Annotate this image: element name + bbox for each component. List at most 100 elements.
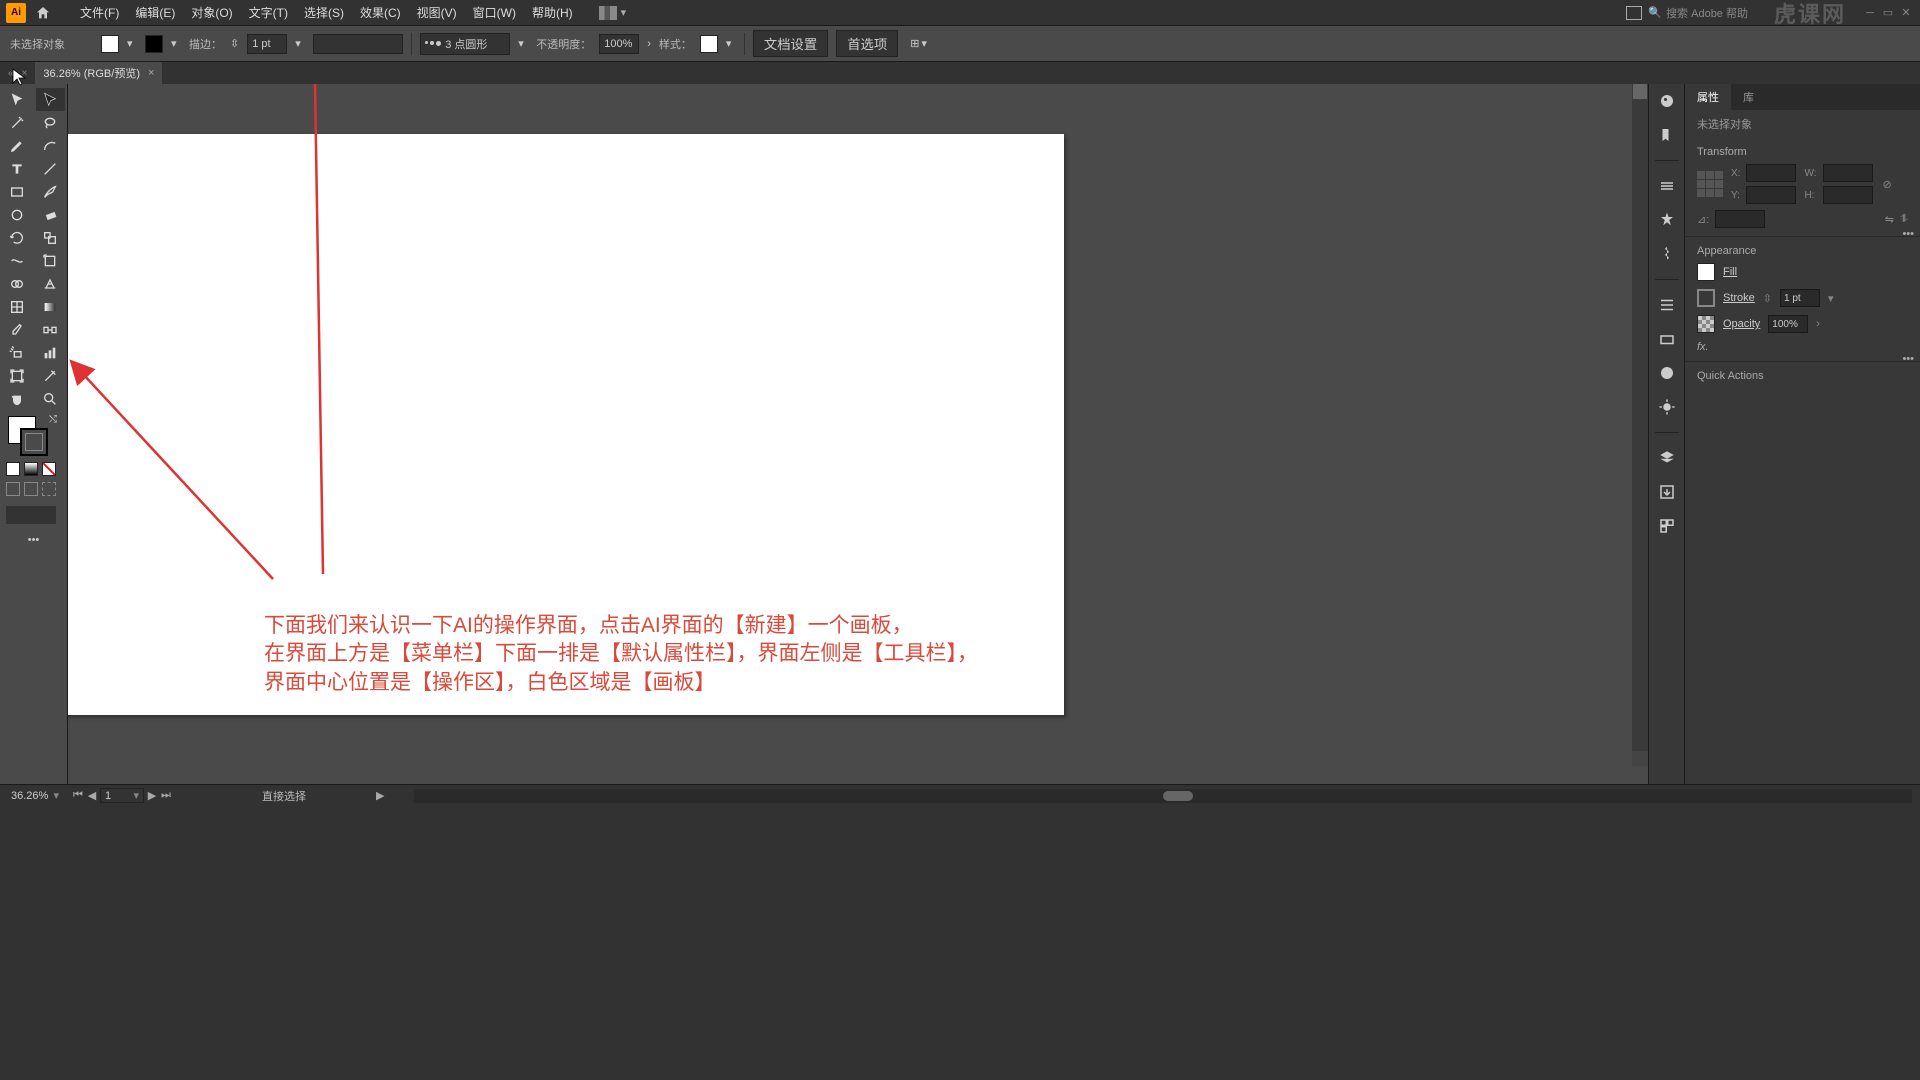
stroke-weight-input[interactable] bbox=[247, 34, 287, 54]
pen-tool[interactable] bbox=[2, 134, 32, 157]
preferences-button[interactable]: 首选项 bbox=[836, 30, 898, 57]
search-box[interactable]: 🔍 搜索 Adobe 帮助 bbox=[1648, 5, 1748, 21]
x-input[interactable] bbox=[1746, 164, 1796, 182]
magic-wand-tool[interactable] bbox=[2, 111, 32, 134]
perspective-tool[interactable] bbox=[36, 272, 66, 295]
next-artboard-icon[interactable]: ▶ bbox=[146, 789, 158, 802]
brushes-panel-icon[interactable] bbox=[1656, 209, 1678, 231]
chevron-down-icon[interactable]: ▾ bbox=[518, 37, 528, 50]
menu-file[interactable]: 文件(F) bbox=[72, 0, 127, 25]
first-artboard-icon[interactable]: ⏮ bbox=[72, 789, 84, 802]
maximize-icon[interactable]: ▭ bbox=[1880, 6, 1896, 20]
hand-tool[interactable] bbox=[2, 387, 32, 410]
brush-select[interactable]: 3 点圆形 bbox=[420, 33, 510, 55]
chevron-down-icon[interactable]: ▾ bbox=[1828, 292, 1834, 305]
graph-tool[interactable] bbox=[36, 341, 66, 364]
color-panel-icon[interactable] bbox=[1656, 90, 1678, 112]
menu-help[interactable]: 帮助(H) bbox=[524, 0, 581, 25]
swap-icon[interactable]: ⤭ bbox=[49, 414, 57, 425]
menu-edit[interactable]: 编辑(E) bbox=[127, 0, 183, 25]
transform-panel-icon[interactable] bbox=[1656, 328, 1678, 350]
chevron-right-icon[interactable]: › bbox=[647, 38, 651, 50]
stroke-swatch[interactable] bbox=[145, 35, 163, 53]
link-icon[interactable]: ⊘ bbox=[1883, 178, 1892, 191]
menu-view[interactable]: 视图(V) bbox=[409, 0, 465, 25]
appearance-panel-icon[interactable] bbox=[1656, 362, 1678, 384]
chevron-down-icon[interactable]: ▾ bbox=[295, 37, 305, 50]
more-tools-icon[interactable]: ••• bbox=[0, 530, 67, 550]
last-artboard-icon[interactable]: ⏭ bbox=[160, 789, 172, 802]
draw-behind-icon[interactable] bbox=[24, 482, 38, 496]
chevron-down-icon[interactable]: ▾ bbox=[127, 37, 137, 50]
rotate-tool[interactable] bbox=[2, 226, 32, 249]
stepper-icon[interactable]: ⇳ bbox=[230, 37, 239, 50]
fill-swatch[interactable] bbox=[101, 35, 119, 53]
fx-label[interactable]: fx. bbox=[1697, 341, 1908, 353]
canvas-area[interactable]: 下面我们来认识一下AI的操作界面，点击AI界面的【新建】一个画板， 在界面上方是… bbox=[68, 84, 1648, 784]
menu-window[interactable]: 窗口(W) bbox=[465, 0, 524, 25]
arrange-icon[interactable] bbox=[599, 6, 617, 20]
stroke-panel-icon[interactable] bbox=[1656, 175, 1678, 197]
y-input[interactable] bbox=[1746, 186, 1796, 204]
horizontal-scrollbar[interactable] bbox=[414, 789, 1912, 803]
eraser-tool[interactable] bbox=[36, 203, 66, 226]
width-tool[interactable] bbox=[2, 249, 32, 272]
width-profile-select[interactable] bbox=[313, 34, 403, 54]
w-input[interactable] bbox=[1823, 164, 1873, 182]
doc-setup-button[interactable]: 文档设置 bbox=[753, 30, 828, 57]
screen-mode-button[interactable] bbox=[6, 506, 56, 524]
gradient-tool[interactable] bbox=[36, 295, 66, 318]
chevron-down-icon[interactable]: ▾ bbox=[921, 37, 927, 50]
free-transform-tool[interactable] bbox=[36, 249, 66, 272]
fill-swatch[interactable] bbox=[1697, 263, 1715, 281]
h-input[interactable] bbox=[1823, 186, 1873, 204]
symbol-sprayer-tool[interactable] bbox=[2, 341, 32, 364]
scale-tool[interactable] bbox=[36, 226, 66, 249]
chevron-down-icon[interactable]: ▾ bbox=[171, 37, 181, 50]
reference-point-widget[interactable] bbox=[1697, 171, 1723, 197]
swatches-panel-icon[interactable] bbox=[1656, 124, 1678, 146]
artboard-tool[interactable] bbox=[2, 364, 32, 387]
zoom-tool[interactable] bbox=[36, 387, 66, 410]
stepper-icon[interactable]: ⇳ bbox=[1763, 292, 1772, 305]
menu-effect[interactable]: 效果(C) bbox=[352, 0, 409, 25]
flip-v-icon[interactable]: ⥮ bbox=[1900, 213, 1908, 226]
chevron-down-icon[interactable]: ▾ bbox=[621, 6, 627, 19]
curvature-tool[interactable] bbox=[36, 134, 66, 157]
artboard-number-select[interactable]: 1▾ bbox=[100, 788, 144, 803]
zoom-select[interactable]: 36.26%▾ bbox=[8, 789, 62, 802]
document-tab[interactable]: 36.26% (RGB/预览) × bbox=[35, 62, 162, 84]
chevron-down-icon[interactable]: ▾ bbox=[726, 37, 736, 50]
draw-inside-icon[interactable] bbox=[42, 482, 56, 496]
tab-properties[interactable]: 属性 bbox=[1685, 84, 1731, 110]
selection-tool[interactable] bbox=[2, 88, 32, 111]
mesh-tool[interactable] bbox=[2, 295, 32, 318]
minimize-icon[interactable]: ─ bbox=[1862, 6, 1878, 20]
direct-selection-tool[interactable] bbox=[36, 88, 66, 111]
menu-select[interactable]: 选择(S) bbox=[296, 0, 352, 25]
tab-libraries[interactable]: 库 bbox=[1731, 84, 1766, 110]
align-icon[interactable]: ⊞ bbox=[910, 37, 919, 50]
lasso-tool[interactable] bbox=[36, 111, 66, 134]
opacity-input[interactable] bbox=[599, 34, 639, 54]
home-icon[interactable] bbox=[34, 4, 52, 22]
align-panel-icon[interactable] bbox=[1656, 294, 1678, 316]
prev-artboard-icon[interactable]: ◀ bbox=[86, 789, 98, 802]
draw-normal-icon[interactable] bbox=[6, 482, 20, 496]
layout-icon[interactable] bbox=[1626, 6, 1642, 20]
rectangle-tool[interactable] bbox=[2, 180, 32, 203]
shape-builder-tool[interactable] bbox=[2, 272, 32, 295]
opacity-swatch[interactable] bbox=[1697, 315, 1715, 333]
layers-panel-icon[interactable] bbox=[1656, 447, 1678, 469]
color-mode-none[interactable] bbox=[42, 462, 56, 476]
style-swatch[interactable] bbox=[700, 35, 718, 53]
opacity-value-input[interactable] bbox=[1768, 315, 1808, 333]
stroke-color-swatch[interactable] bbox=[20, 428, 48, 456]
paintbrush-tool[interactable] bbox=[36, 180, 66, 203]
stroke-swatch[interactable] bbox=[1697, 289, 1715, 307]
type-tool[interactable] bbox=[2, 157, 32, 180]
menu-type[interactable]: 文字(T) bbox=[241, 0, 296, 25]
flip-h-icon[interactable]: ⇋ bbox=[1885, 213, 1894, 226]
color-mode-fill[interactable] bbox=[6, 462, 20, 476]
slice-tool[interactable] bbox=[36, 364, 66, 387]
